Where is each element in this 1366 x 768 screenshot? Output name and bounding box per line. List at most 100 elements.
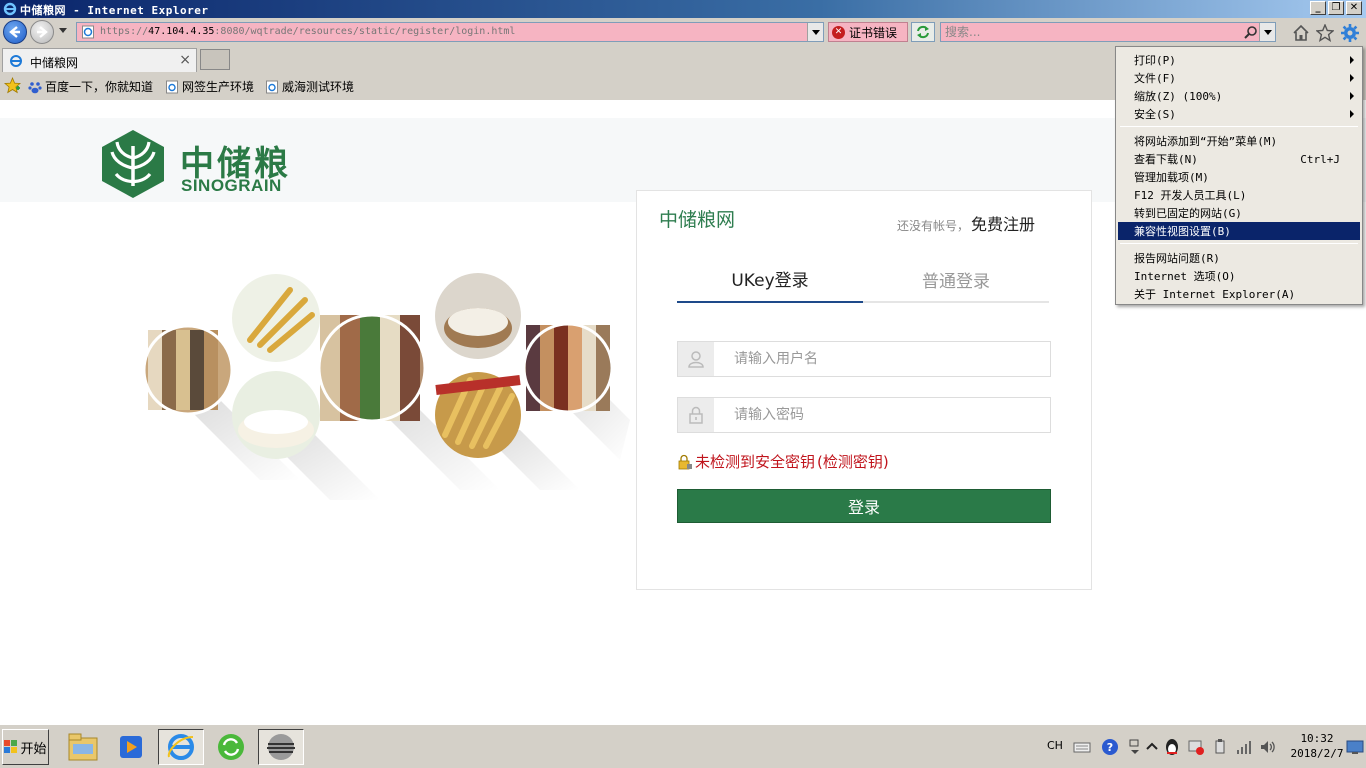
grain-circles-illustration xyxy=(142,273,630,500)
menu-separator xyxy=(1120,126,1358,127)
password-input[interactable] xyxy=(734,406,1034,424)
menu-item-label: 文件(F) xyxy=(1134,72,1176,85)
system-clock[interactable]: 10:32 2018/2/7 xyxy=(1286,731,1348,761)
taskbar-app-green-app[interactable] xyxy=(208,729,254,765)
minimize-button[interactable]: _ xyxy=(1310,1,1326,15)
tab-ukey-login[interactable]: UKey登录 xyxy=(677,255,863,303)
media-player-icon xyxy=(120,736,142,758)
password-field[interactable] xyxy=(677,397,1051,433)
back-button[interactable] xyxy=(3,20,27,44)
qq-penguin-icon[interactable] xyxy=(1163,738,1181,756)
baidu-icon xyxy=(28,81,42,93)
start-label: 开始 xyxy=(20,741,47,757)
usb-device-icon[interactable] xyxy=(1211,738,1229,756)
menu-item-add-to-start[interactable]: 将网站添加到“开始”菜单(M) xyxy=(1118,132,1360,150)
certificate-error-button[interactable]: ✕ 证书错误 xyxy=(828,22,908,42)
input-options-icon[interactable] xyxy=(1126,738,1144,756)
menu-item-print[interactable]: 打印(P) xyxy=(1118,51,1360,69)
network-blocked-icon[interactable] xyxy=(1187,738,1205,756)
tab-normal-login[interactable]: 普通登录 xyxy=(863,255,1049,303)
forward-button[interactable] xyxy=(30,20,54,44)
tab-label: 中储粮网 xyxy=(30,56,79,70)
menu-item-pinned-sites[interactable]: 转到已固定的网站(G) xyxy=(1118,204,1360,222)
home-icon[interactable] xyxy=(1292,24,1310,42)
search-dropdown-button[interactable] xyxy=(1259,23,1275,41)
language-indicator[interactable]: CH xyxy=(1047,739,1063,752)
tools-menu: 打印(P) 文件(F) 缩放(Z) (100%) 安全(S) 将网站添加到“开始… xyxy=(1115,46,1363,305)
url-text[interactable]: https://47.104.4.35:8080/wqtrade/resourc… xyxy=(100,26,515,37)
search-input[interactable] xyxy=(945,24,1235,40)
address-dropdown-button[interactable] xyxy=(807,23,823,41)
volume-icon[interactable] xyxy=(1259,738,1277,756)
menu-item-about-ie[interactable]: 关于 Internet Explorer(A) xyxy=(1118,285,1360,303)
svg-text:?: ? xyxy=(1107,741,1113,754)
sinograin-logo[interactable]: 中储粮 SINOGRAIN xyxy=(100,128,300,200)
logo-english-text: SINOGRAIN xyxy=(181,176,282,195)
internet-explorer-icon xyxy=(167,734,194,760)
search-box[interactable] xyxy=(940,22,1276,42)
ie-logo-icon xyxy=(3,2,17,16)
restore-button[interactable]: ❐ xyxy=(1328,1,1344,15)
menu-item-label: 报告网站问题(R) xyxy=(1134,252,1220,265)
menu-item-label: Internet 选项(O) xyxy=(1134,270,1236,283)
show-desktop-icon[interactable] xyxy=(1346,738,1364,756)
menu-item-file[interactable]: 文件(F) xyxy=(1118,69,1360,87)
tab-zhongchuliang[interactable]: 中储粮网 × xyxy=(2,48,197,72)
favorite-link-baidu[interactable]: 百度一下，你就知道 xyxy=(28,78,153,95)
submenu-arrow-icon xyxy=(1350,92,1354,100)
windows-logo-icon xyxy=(4,740,18,753)
window-title: 中储粮网 - Internet Explorer xyxy=(20,4,209,17)
login-method-tabs: UKey登录 普通登录 xyxy=(677,255,1049,303)
favorite-label: 网签生产环境 xyxy=(182,80,255,94)
close-tab-icon[interactable]: × xyxy=(179,52,191,68)
no-account-text: 还没有帐号， xyxy=(896,219,969,233)
menu-item-view-downloads[interactable]: 查看下载(N) Ctrl+J xyxy=(1118,150,1360,168)
help-icon[interactable]: ? xyxy=(1101,738,1119,756)
start-button[interactable]: 开始 xyxy=(2,729,49,765)
menu-item-report-problem[interactable]: 报告网站问题(R) xyxy=(1118,249,1360,267)
username-input[interactable] xyxy=(734,350,1034,368)
clock-date: 2018/2/7 xyxy=(1290,747,1344,760)
new-tab-button[interactable] xyxy=(200,49,230,70)
favorites-star-icon[interactable] xyxy=(1316,24,1334,42)
taskbar-app-explorer[interactable] xyxy=(60,729,106,765)
lock-icon-box xyxy=(678,398,714,432)
menu-item-label: 将网站添加到“开始”菜单(M) xyxy=(1134,135,1278,148)
recent-pages-dropdown[interactable] xyxy=(59,28,67,33)
show-hidden-icons-chevron-up-icon[interactable] xyxy=(1143,738,1161,756)
menu-item-manage-addons[interactable]: 管理加载项(M) xyxy=(1118,168,1360,186)
submenu-arrow-icon xyxy=(1350,56,1354,64)
menu-item-dev-tools[interactable]: F12 开发人员工具(L) xyxy=(1118,186,1360,204)
login-button[interactable]: 登录 xyxy=(677,489,1051,523)
taskbar-app-internet-explorer[interactable] xyxy=(158,729,204,765)
refresh-button[interactable] xyxy=(911,22,935,42)
gear-icon[interactable] xyxy=(1341,24,1359,42)
submenu-arrow-icon xyxy=(1350,74,1354,82)
ie-page-icon xyxy=(82,25,94,39)
signal-strength-icon[interactable] xyxy=(1235,738,1253,756)
detect-key-link[interactable]: (检测密钥) xyxy=(817,451,889,472)
login-panel: 中储粮网 还没有帐号， 免费注册 UKey登录 普通登录 未检测到安全密钥 (检… xyxy=(636,190,1092,590)
menu-item-zoom[interactable]: 缩放(Z) (100%) xyxy=(1118,87,1360,105)
menu-separator xyxy=(1120,243,1358,244)
key-warning-text: 未检测到安全密钥 xyxy=(695,453,816,471)
menu-item-internet-options[interactable]: Internet 选项(O) xyxy=(1118,267,1360,285)
menu-item-security[interactable]: 安全(S) xyxy=(1118,105,1360,123)
menu-item-shortcut: Ctrl+J xyxy=(1300,153,1340,166)
menu-item-label: 兼容性视图设置(B) xyxy=(1134,225,1231,238)
register-link[interactable]: 免费注册 xyxy=(971,211,1035,235)
username-field[interactable] xyxy=(677,341,1051,377)
ie-page-icon xyxy=(166,80,178,93)
address-bar[interactable]: https://47.104.4.35:8080/wqtrade/resourc… xyxy=(76,22,824,42)
taskbar-app-media-player[interactable] xyxy=(108,729,154,765)
search-icon[interactable] xyxy=(1244,25,1258,39)
taskbar-app-striped[interactable] xyxy=(258,729,304,765)
chevron-down-icon xyxy=(811,29,820,35)
favorites-add-star-icon[interactable] xyxy=(4,77,21,94)
close-button[interactable]: ✕ xyxy=(1346,1,1362,15)
menu-item-compatibility-view[interactable]: 兼容性视图设置(B) xyxy=(1118,222,1360,240)
keyboard-icon[interactable] xyxy=(1073,738,1091,756)
user-icon xyxy=(688,351,704,368)
favorite-link-production[interactable]: 网签生产环境 xyxy=(165,78,254,95)
favorite-link-weihai-test[interactable]: 威海测试环境 xyxy=(265,78,354,95)
